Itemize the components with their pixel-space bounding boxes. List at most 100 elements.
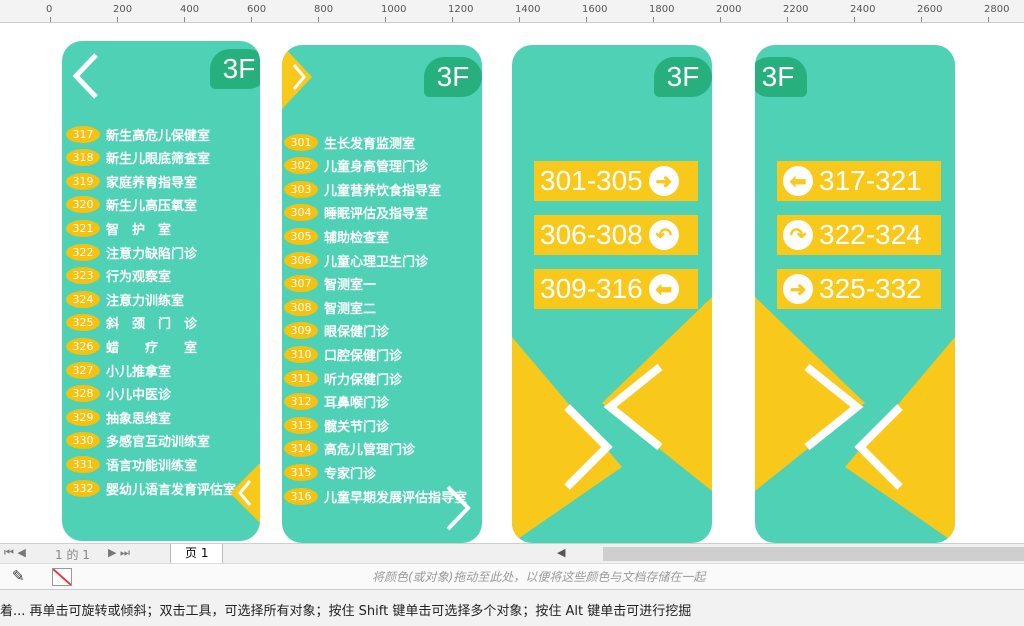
room-name: 抽象思维室 <box>106 411 172 427</box>
room-number-badge: 330 <box>66 432 100 450</box>
next-arrow-icon <box>446 485 471 531</box>
room-row: 328 小儿中医诊 <box>66 383 171 405</box>
direction-box: 301-305 ➜ <box>534 161 698 201</box>
room-row: 322 注意力缺陷门诊 <box>66 241 197 263</box>
room-row: 313 髋关节门诊 <box>284 414 389 436</box>
scroll-left-icon[interactable]: ◀ <box>557 546 565 559</box>
room-row: 306 儿童心理卫生门诊 <box>284 249 428 271</box>
room-name: 辅助检查室 <box>324 230 390 246</box>
room-number-badge: 315 <box>284 463 318 481</box>
direction-box: 306-308 ↶ <box>534 215 698 255</box>
room-number-badge: 321 <box>66 219 100 237</box>
room-row: 303 儿童营养饮食指导室 <box>284 178 441 200</box>
room-name: 新生儿眼底筛查室 <box>106 152 211 168</box>
room-name: 行为观察室 <box>106 270 172 286</box>
chevron-decoration-icon <box>755 297 955 543</box>
room-number-badge: 303 <box>284 180 318 198</box>
room-number-badge: 327 <box>66 361 100 379</box>
floor-badge: 3F <box>424 57 482 97</box>
room-row: 324 注意力训练室 <box>66 288 184 310</box>
room-row: 326 蜡 疗 室 <box>66 335 197 357</box>
direction-box: ⬅ 317-321 <box>777 161 941 201</box>
room-number-badge: 325 <box>66 314 100 332</box>
ruler-tick-mark <box>50 17 51 22</box>
ruler-tick-label: 1400 <box>515 4 541 15</box>
room-number-badge: 322 <box>66 243 100 261</box>
ruler-tick-mark <box>988 17 989 22</box>
room-row: 307 智测室一 <box>284 273 376 295</box>
back-arrow-icon <box>72 53 98 99</box>
room-row: 319 家庭养育指导室 <box>66 170 197 192</box>
room-name: 新生高危儿保健室 <box>106 128 211 144</box>
room-row: 301 生长发育监测室 <box>284 131 415 153</box>
room-number-badge: 332 <box>66 479 100 497</box>
ruler-tick-mark <box>653 17 654 22</box>
ruler-tick-label: 600 <box>247 4 267 15</box>
first-page-button[interactable]: ⏮ ◀ <box>4 546 26 560</box>
ruler-tick-mark <box>854 17 855 22</box>
room-name: 新生儿高压氧室 <box>106 199 198 215</box>
ruler-tick-label: 2800 <box>984 4 1010 15</box>
floor-badge: 3F <box>654 57 712 97</box>
direction-box: ↷ 322-324 <box>777 215 941 255</box>
room-name: 注意力训练室 <box>106 293 185 309</box>
ruler-tick-mark <box>117 17 118 22</box>
tab-page-1[interactable]: 页 1 <box>170 544 224 564</box>
turn-back-icon: ↶ <box>648 220 679 250</box>
room-number-badge: 324 <box>66 290 100 308</box>
horizontal-ruler[interactable]: 0 200 400 600 800 1000 1200 1400 1600 1800 2000 220… <box>0 0 1024 23</box>
ruler-tick-label: 2200 <box>783 4 809 15</box>
room-name: 髋关节门诊 <box>324 419 390 435</box>
ruler-tick-mark <box>318 17 319 22</box>
ruler-tick-mark <box>251 17 252 22</box>
room-name: 家庭养育指导室 <box>106 175 198 191</box>
arrow-left-icon: ⬅ <box>783 166 813 196</box>
room-number-badge: 302 <box>284 157 318 175</box>
room-row: 327 小儿推拿室 <box>66 359 171 381</box>
ruler-tick-mark <box>921 17 922 22</box>
drawing-canvas[interactable]: 3F 317 新生高危儿保健室 318 新生儿眼底筛查室 319 家庭养育指导室 320 新生… <box>0 23 1024 543</box>
horizontal-scrollbar[interactable] <box>603 547 1024 561</box>
room-number-badge: 313 <box>284 416 318 434</box>
room-number-badge: 304 <box>284 204 318 222</box>
page-navigator: ⏮ ◀ 1 的 1 ▶ ⏭ 页 1 ◀ <box>0 543 1024 564</box>
floor-badge: 3F <box>755 57 807 97</box>
ruler-tick-mark <box>385 17 386 22</box>
sign-panel-3[interactable]: 3F 301-305 ➜ 306-308 ↶ 309-316 ⬅ <box>512 45 712 543</box>
sign-panel-2[interactable]: 3F 301 生长发育监测室 302 儿童身高管理门诊 303 儿童营养饮食指导室 304 睡… <box>282 45 482 543</box>
room-number-badge: 323 <box>66 267 100 285</box>
room-row: 310 口腔保健门诊 <box>284 343 402 365</box>
room-number-badge: 307 <box>284 275 318 293</box>
status-text: 着... 再单击可旋转或倾斜；双击工具，可选择所有对象；按住 Shift 键单击… <box>0 604 692 619</box>
room-name: 智 护 室 <box>106 222 172 238</box>
room-number-badge: 312 <box>284 393 318 411</box>
room-row: 312 耳鼻喉门诊 <box>284 391 389 413</box>
eyedropper-icon[interactable]: ✎ <box>12 567 25 585</box>
room-name: 高危儿管理门诊 <box>324 443 416 459</box>
room-name: 智测室一 <box>324 278 377 294</box>
ruler-tick-label: 2000 <box>716 4 742 15</box>
color-tray[interactable]: ✎ 将颜色(或对象)拖动至此处，以便将这些颜色与文档存储在一起 <box>0 563 1024 590</box>
room-row: 314 高危儿管理门诊 <box>284 438 415 460</box>
room-number-badge: 326 <box>66 337 100 355</box>
room-name: 眼保健门诊 <box>324 325 390 341</box>
corner-arrow-icon <box>282 45 312 109</box>
room-row: 332 婴幼儿语言发育评估室 <box>66 477 236 499</box>
room-range-text: 306-308 <box>540 219 643 250</box>
sign-panel-4[interactable]: 3F ⬅ 317-321 ↷ 322-324 ➜ 325-332 <box>755 45 955 543</box>
room-row: 331 语言功能训练室 <box>66 453 197 475</box>
room-name: 语言功能训练室 <box>106 458 198 474</box>
no-fill-swatch[interactable] <box>52 568 72 586</box>
room-number-badge: 328 <box>66 385 100 403</box>
room-row: 317 新生高危儿保健室 <box>66 123 210 145</box>
ruler-tick-label: 1000 <box>381 4 407 15</box>
last-page-button[interactable]: ▶ ⏭ <box>108 546 130 560</box>
ruler-tick-mark <box>452 17 453 22</box>
ruler-tick-label: 2600 <box>917 4 943 15</box>
room-number-badge: 331 <box>66 455 100 473</box>
room-number-badge: 305 <box>284 227 318 245</box>
room-number-badge: 314 <box>284 440 318 458</box>
room-name: 睡眠评估及指导室 <box>324 207 429 223</box>
room-name: 生长发育监测室 <box>324 136 416 152</box>
sign-panel-1[interactable]: 3F 317 新生高危儿保健室 318 新生儿眼底筛查室 319 家庭养育指导室 320 新生… <box>62 41 260 541</box>
